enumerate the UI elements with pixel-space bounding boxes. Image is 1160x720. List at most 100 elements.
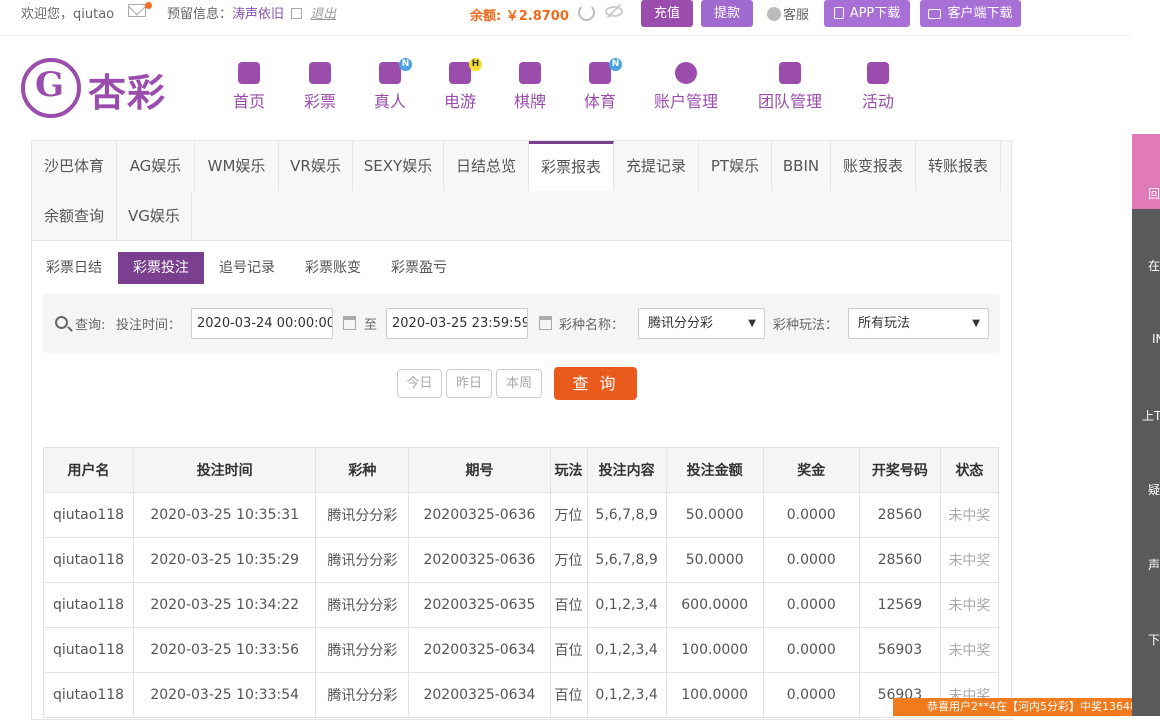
nav-label: 团队管理 <box>758 92 823 111</box>
customer-service-link[interactable]: 客服 <box>767 4 809 23</box>
nav-label: 彩票 <box>304 92 337 111</box>
tab-wm[interactable]: WM娱乐 <box>195 141 279 191</box>
reserved-value-link[interactable]: 涛声依旧 <box>232 7 284 22</box>
nav-chess[interactable]: 棋牌 <box>514 62 546 112</box>
cell-issue: 20200325-0634 <box>408 672 551 718</box>
tab-balance-query[interactable]: 余额查询 <box>32 191 117 241</box>
subtab-lottery-ledger[interactable]: 彩票账变 <box>298 252 368 284</box>
nav-home[interactable]: 首页 <box>233 62 265 112</box>
calendar-icon[interactable] <box>539 316 552 330</box>
nav-label: 电游 <box>444 92 477 111</box>
nav-team[interactable]: 团队管理 <box>758 62 822 112</box>
cell-content: 5,6,7,8,9 <box>586 492 667 538</box>
right-sidebar-item[interactable]: 在 <box>1148 257 1160 274</box>
cell-lottery: 腾讯分分彩 <box>315 582 410 628</box>
logo-emblem-icon[interactable] <box>21 58 81 118</box>
column-header: 彩种 <box>315 447 410 493</box>
cell-issue: 20200325-0636 <box>408 492 551 538</box>
client-download-label: 客户端下载 <box>947 6 1013 21</box>
this-week-button[interactable]: 本周 <box>496 369 542 398</box>
tab-pt[interactable]: PT娱乐 <box>699 141 772 191</box>
search-icon <box>55 316 68 329</box>
column-header: 投注内容 <box>586 447 667 493</box>
subtab-lottery-bets[interactable]: 彩票投注 <box>118 252 204 284</box>
tab-transfer-report[interactable]: 转账报表 <box>916 141 1001 191</box>
today-button[interactable]: 今日 <box>397 369 442 398</box>
query-bar: 查询: 投注时间： 2020-03-24 00:00:00 至 2020-03-… <box>43 294 1000 353</box>
tab-lottery-report[interactable]: 彩票报表 <box>529 141 614 191</box>
tab-ag[interactable]: AG娱乐 <box>117 141 195 191</box>
table-header-row: 用户名 投注时间 彩种 期号 玩法 投注内容 投注金额 奖金 开奖号码 状态 <box>42 447 1000 493</box>
table-row[interactable]: qiutao118 2020-03-25 10:33:54 腾讯分分彩 2020032… <box>42 672 1000 718</box>
column-header: 用户名 <box>42 447 135 493</box>
tab-saba-sports[interactable]: 沙巴体育 <box>32 141 117 191</box>
cell-amount: 100.0000 <box>665 672 764 718</box>
column-header: 期号 <box>408 447 551 493</box>
start-time-input[interactable]: 2020-03-24 00:00:00 <box>191 308 333 339</box>
gamepad-icon: H <box>449 58 482 84</box>
notification-dot <box>145 2 152 9</box>
reserved-label: 预留信息： <box>167 7 233 22</box>
client-download-button[interactable]: 客户端下载 <box>920 0 1021 27</box>
query-submit-button[interactable]: 查 询 <box>554 367 637 400</box>
logo-text[interactable]: 杏彩 <box>88 62 166 117</box>
end-time-input[interactable]: 2020-03-25 23:59:59 <box>386 308 528 339</box>
play-type-select[interactable]: 所有玩法 ▼ <box>848 308 989 339</box>
nav-lottery[interactable]: 彩票 <box>304 62 336 112</box>
subtab-chase-records[interactable]: 追号记录 <box>212 252 282 284</box>
nav-slots[interactable]: H 电游 <box>444 58 482 112</box>
phone-icon <box>833 7 844 19</box>
right-sidebar-item[interactable]: 疑 <box>1148 481 1160 498</box>
subtab-lottery-pnl[interactable]: 彩票盈亏 <box>384 252 454 284</box>
table-row[interactable]: qiutao118 2020-03-25 10:35:31 腾讯分分彩 2020032… <box>42 492 1000 538</box>
tab-deposit-withdraw[interactable]: 充提记录 <box>614 141 699 191</box>
column-header: 奖金 <box>762 447 860 493</box>
lottery-select[interactable]: 腾讯分分彩 ▼ <box>638 308 765 339</box>
cell-status: 未中奖 <box>939 492 1000 538</box>
calendar-icon[interactable] <box>343 316 356 330</box>
right-sidebar-item[interactable]: 上T <box>1142 407 1160 424</box>
withdraw-button[interactable]: 提款 <box>701 0 753 27</box>
yesterday-button[interactable]: 昨日 <box>446 369 492 398</box>
report-panel: 沙巴体育 AG娱乐 WM娱乐 VR娱乐 SEXY娱乐 日结总览 彩票报表 充提记… <box>31 140 1012 720</box>
table-row[interactable]: qiutao118 2020-03-25 10:35:29 腾讯分分彩 2020032… <box>42 537 1000 583</box>
chevron-down-icon: ▼ <box>972 318 980 329</box>
home-icon <box>238 62 260 84</box>
app-download-button[interactable]: APP下载 <box>824 0 910 27</box>
mail-icon[interactable] <box>128 4 146 17</box>
cell-prize: 0.0000 <box>762 492 860 538</box>
trophy-icon: N <box>589 58 622 84</box>
cell-play: 万位 <box>549 492 588 538</box>
nav-promotions[interactable]: 活动 <box>862 62 894 112</box>
right-sidebar-item[interactable]: 下 <box>1148 631 1160 648</box>
table-row[interactable]: qiutao118 2020-03-25 10:33:56 腾讯分分彩 2020032… <box>42 627 1000 673</box>
nav-account[interactable]: 账户管理 <box>654 62 718 112</box>
refresh-icon[interactable] <box>578 4 595 21</box>
right-float-sidebar: 回 在 IN 上T 疑 声 下 <box>1132 134 1160 716</box>
tab-vr[interactable]: VR娱乐 <box>279 141 353 191</box>
subtab-lottery-daily[interactable]: 彩票日结 <box>38 252 110 284</box>
cell-status: 未中奖 <box>939 627 1000 673</box>
right-sidebar-item[interactable]: 回 <box>1148 185 1160 202</box>
right-sidebar-item[interactable]: 声 <box>1148 556 1160 573</box>
hide-balance-icon[interactable] <box>605 6 623 17</box>
table-row[interactable]: qiutao118 2020-03-25 10:34:22 腾讯分分彩 2020032… <box>42 582 1000 628</box>
deposit-button[interactable]: 充值 <box>641 0 693 27</box>
logout-link[interactable]: 退出 <box>310 7 336 22</box>
right-sidebar-item[interactable]: IN <box>1152 332 1160 346</box>
cell-lottery: 腾讯分分彩 <box>315 627 410 673</box>
top-bar: 欢迎您，qiutao 预留信息：涛声依旧 退出 余额: ￥2.8700 充值 提… <box>0 0 1130 36</box>
tab-sexy[interactable]: SEXY娱乐 <box>353 141 444 191</box>
cell-play: 万位 <box>549 537 588 583</box>
tab-vg[interactable]: VG娱乐 <box>117 191 192 241</box>
nav-sports[interactable]: N 体育 <box>584 58 622 112</box>
column-header: 投注金额 <box>665 447 764 493</box>
lottery-select-value: 腾讯分分彩 <box>648 316 714 331</box>
edit-icon[interactable] <box>291 8 303 19</box>
nav-live[interactable]: N 真人 <box>374 58 412 112</box>
tab-daily-overview[interactable]: 日结总览 <box>444 141 529 191</box>
tab-bbin[interactable]: BBIN <box>772 141 831 191</box>
cell-lottery: 腾讯分分彩 <box>315 492 410 538</box>
balance-display: 余额: ￥2.8700 <box>470 9 569 24</box>
tab-balance-change[interactable]: 账变报表 <box>831 141 916 191</box>
